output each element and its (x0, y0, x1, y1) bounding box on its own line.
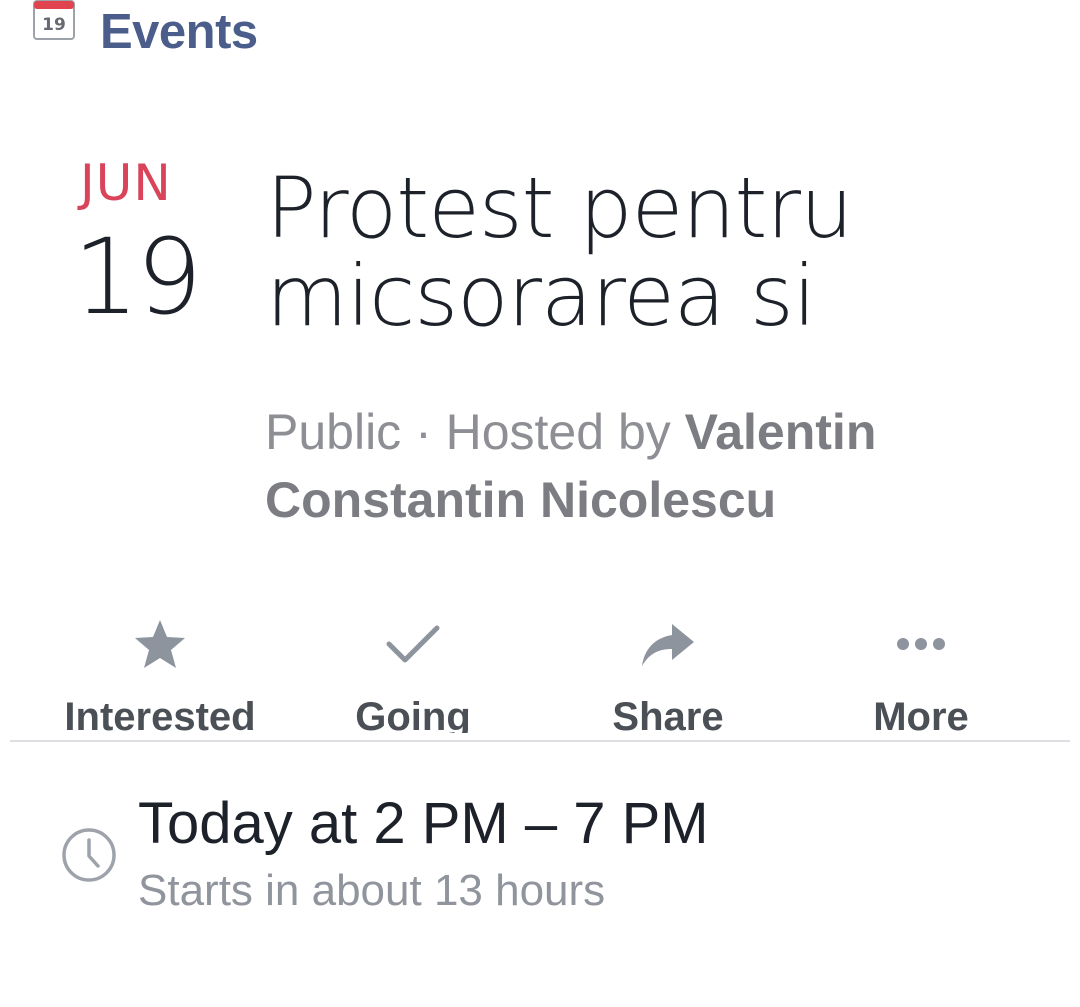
share-button[interactable]: Share (543, 600, 793, 740)
share-label: Share (612, 695, 724, 733)
more-dots-icon (891, 614, 951, 674)
event-actions: Interested Going Share More (10, 600, 1070, 740)
event-privacy: Public (265, 404, 402, 460)
event-title: Protest pentru micsorarea si (266, 164, 853, 345)
interested-button[interactable]: Interested (35, 600, 285, 740)
going-button[interactable]: Going (288, 600, 538, 740)
event-time-countdown: Starts in about 13 hours (138, 866, 606, 915)
clock-icon (60, 826, 118, 884)
check-icon (383, 614, 443, 674)
hosted-by-prefix: Hosted by (445, 404, 685, 460)
calendar-icon-day: 19 (42, 15, 66, 35)
event-day: 19 (73, 216, 202, 338)
share-arrow-icon (638, 614, 698, 674)
page-title: Events (100, 5, 258, 59)
going-label: Going (355, 695, 471, 733)
calendar-icon: 19 (33, 0, 75, 40)
event-meta: Public · Hosted by Valentin Constantin N… (265, 398, 1055, 534)
event-month: JUN (80, 154, 172, 212)
more-button[interactable]: More (796, 600, 1046, 740)
event-time[interactable]: Today at 2 PM – 7 PM (138, 790, 709, 857)
interested-label: Interested (64, 695, 256, 733)
meta-separator: · (401, 404, 446, 460)
star-icon (130, 614, 190, 674)
divider (10, 740, 1070, 742)
more-label: More (873, 695, 969, 733)
